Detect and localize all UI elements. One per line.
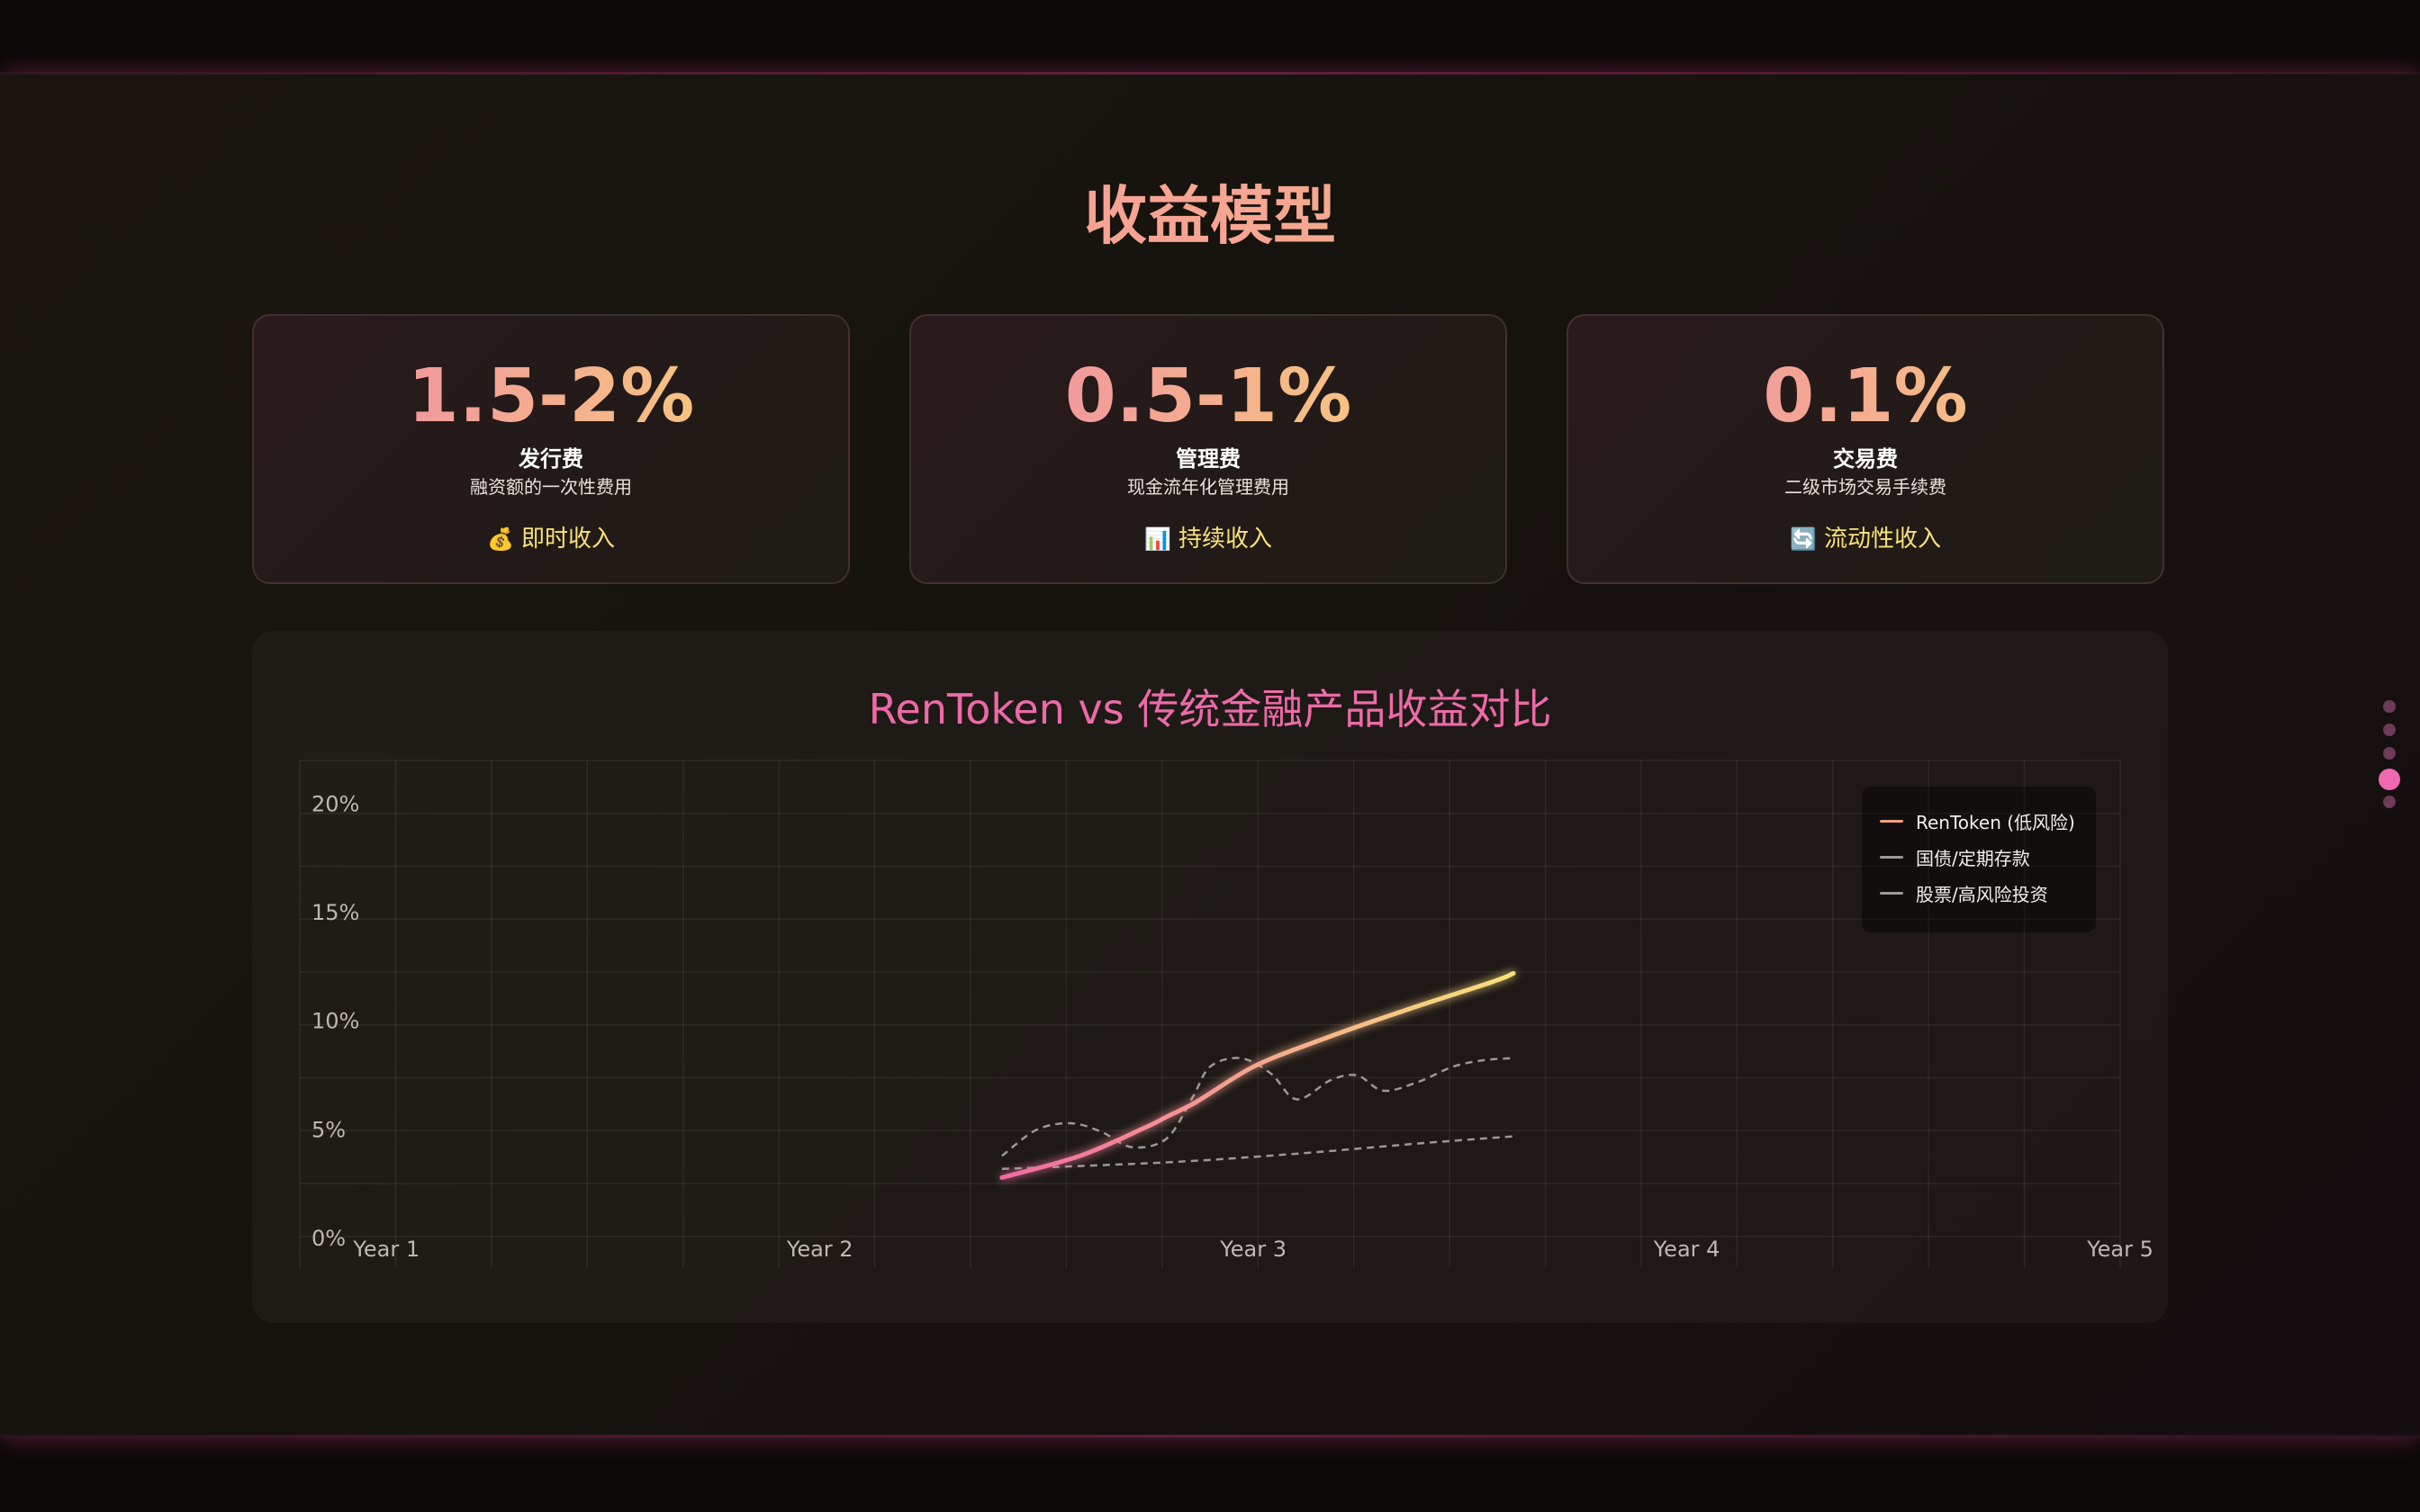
x-tick-label: Year 3	[1219, 1237, 1287, 1262]
y-tick-label: 15%	[312, 900, 359, 925]
y-axis: 0% 5% 10% 15% 20%	[312, 791, 359, 1251]
legend-swatch	[1880, 819, 1903, 823]
legend-label: 股票/高风险投资	[1916, 883, 2048, 905]
x-tick-label: Year 5	[2086, 1237, 2154, 1262]
y-tick-label: 20%	[312, 791, 359, 816]
legend-label: 国债/定期存款	[1916, 847, 2030, 869]
legend-item-bonds[interactable]: 国债/定期存款	[1880, 839, 2096, 875]
legend-item-rentoken[interactable]: RenToken (低风险)	[1880, 803, 2096, 839]
yield-comparison-chart: 0%5%10%15%20% Year 1 Year 2 Year 3 Year 4 Ye…	[299, 760, 2154, 1268]
x-axis: Year 1 Year 2 Year 3 Year 4 Year 5	[352, 1237, 2153, 1262]
nav-dot[interactable]	[2383, 724, 2396, 736]
nav-dot[interactable]	[2383, 747, 2396, 760]
nav-dot[interactable]	[2383, 796, 2396, 808]
legend-swatch	[1880, 891, 1903, 895]
nav-dot[interactable]	[2379, 769, 2400, 790]
legend-item-stocks[interactable]: 股票/高风险投资	[1880, 875, 2096, 911]
y-tick-label: 5%	[312, 1117, 346, 1142]
y-tick-label: 0%	[312, 1226, 346, 1251]
x-tick-label: Year 4	[1653, 1237, 1720, 1262]
x-tick-label: Year 2	[786, 1237, 853, 1262]
legend-swatch	[1880, 855, 1903, 859]
chart-legend: RenToken (低风险) 国债/定期存款 股票/高风险投资	[1862, 787, 2096, 932]
slide-nav-dots	[2377, 700, 2402, 814]
chart-grid	[299, 760, 2121, 1268]
nav-dot[interactable]	[2383, 700, 2396, 713]
legend-label: RenToken (低风险)	[1916, 811, 2075, 833]
y-tick-label: 10%	[312, 1009, 359, 1034]
x-tick-label: Year 1	[352, 1237, 420, 1262]
